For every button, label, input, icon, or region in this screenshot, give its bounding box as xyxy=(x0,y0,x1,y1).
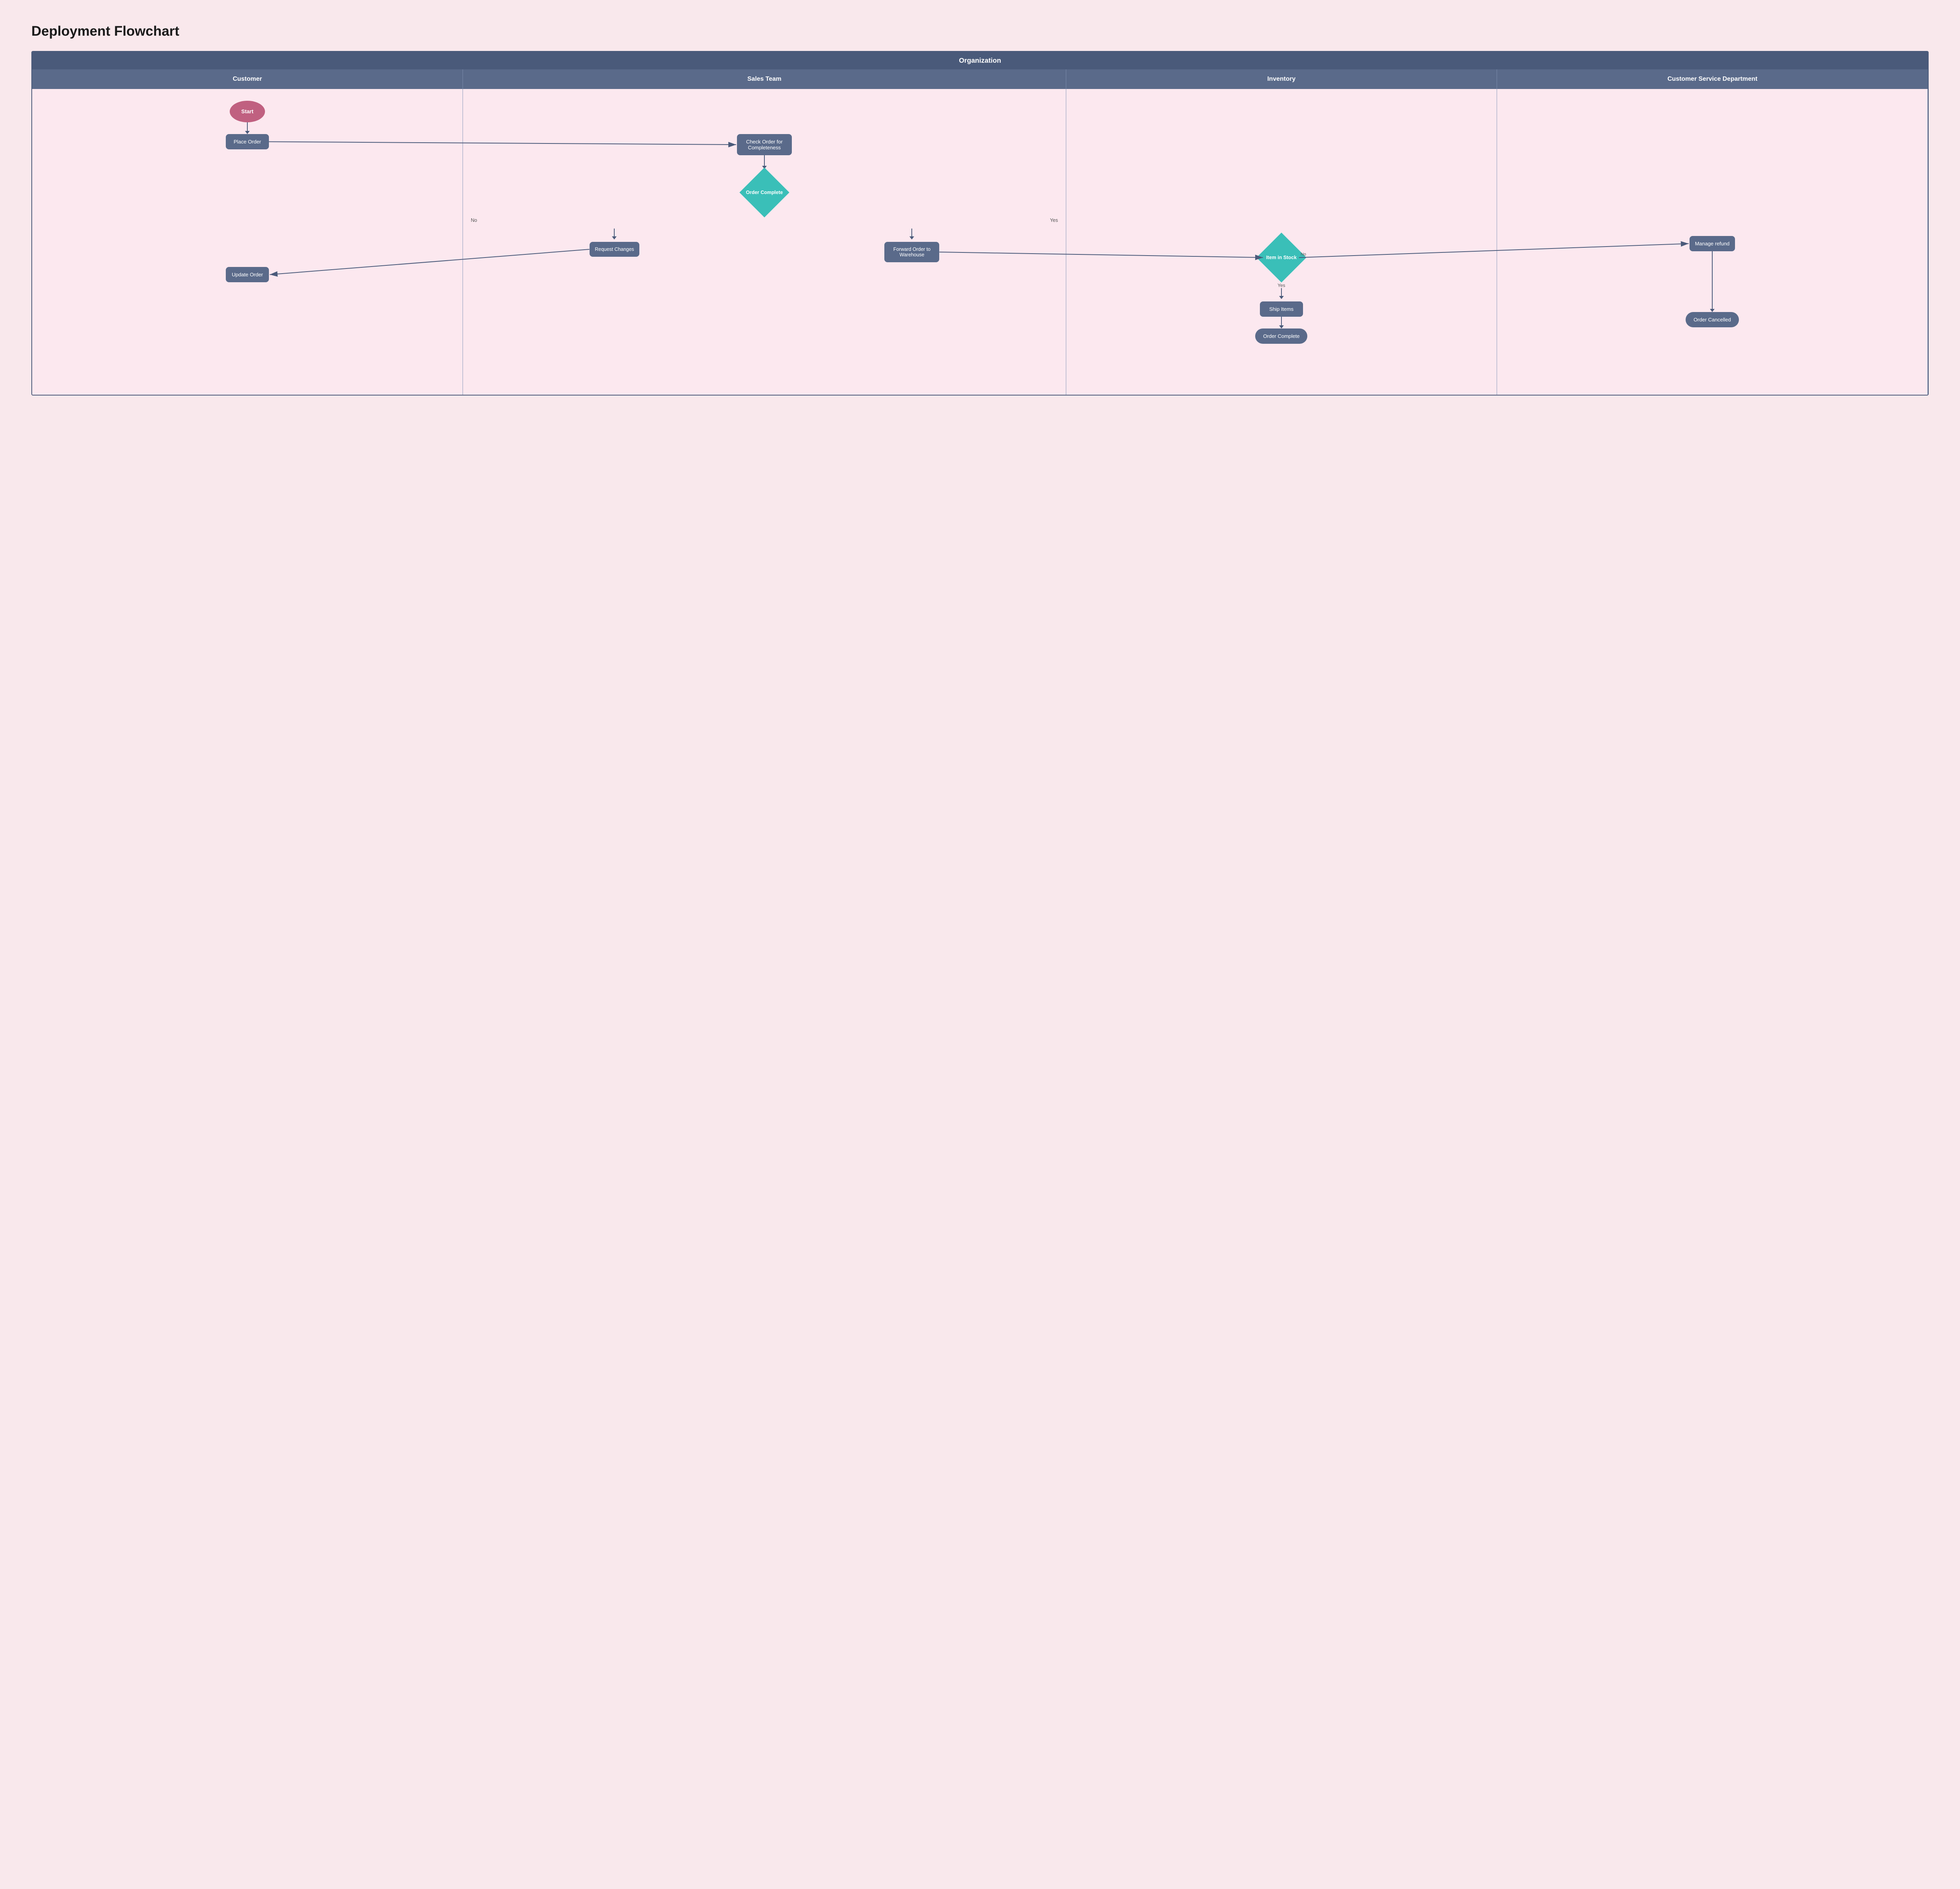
col-header-inventory: Inventory xyxy=(1066,69,1497,89)
place-order-node: Place Order xyxy=(226,134,269,149)
check-order-node: Check Order for Completeness xyxy=(737,134,792,155)
columns-header: Customer Sales Team Inventory Customer S… xyxy=(32,69,1928,89)
request-changes-node: Request Changes xyxy=(590,242,640,257)
order-complete-diamond-node: Order Complete xyxy=(746,190,783,195)
start-node: Start xyxy=(230,101,265,122)
col-header-sales: Sales Team xyxy=(463,69,1066,89)
diagram-body: Start Place Order Update Order xyxy=(32,89,1928,395)
yes-label-inventory: Yes xyxy=(1278,283,1285,288)
yes-label-right: Yes xyxy=(1050,218,1058,223)
item-in-stock-node: Item in Stock xyxy=(1266,255,1297,260)
update-order-node: Update Order xyxy=(226,267,269,282)
swimlane-body: Start Place Order Update Order xyxy=(32,89,1928,395)
forward-order-node: Forward Order to Warehouse xyxy=(884,242,939,262)
col-header-customer: Customer xyxy=(32,69,463,89)
lane-sales: Check Order for Completeness Order Compl… xyxy=(463,89,1066,395)
order-complete-end-node: Order Complete xyxy=(1255,328,1307,344)
manage-refund-node: Manage refund xyxy=(1690,236,1735,251)
org-header: Organization xyxy=(32,52,1928,69)
ship-items-node: Ship Items xyxy=(1260,301,1303,317)
lane-inventory: Item in Stock Yes Ship Items xyxy=(1066,89,1497,395)
order-cancelled-node: Order Cancelled xyxy=(1686,312,1739,327)
diagram-container: Organization Customer Sales Team Invento… xyxy=(31,51,1929,396)
no-label-left: No xyxy=(471,218,477,223)
lane-customer: Start Place Order Update Order xyxy=(32,89,463,395)
col-header-csd: Customer Service Department xyxy=(1497,69,1928,89)
lane-csd: Manage refund Order Cancelled xyxy=(1497,89,1928,395)
page-title: Deployment Flowchart xyxy=(31,24,1929,39)
